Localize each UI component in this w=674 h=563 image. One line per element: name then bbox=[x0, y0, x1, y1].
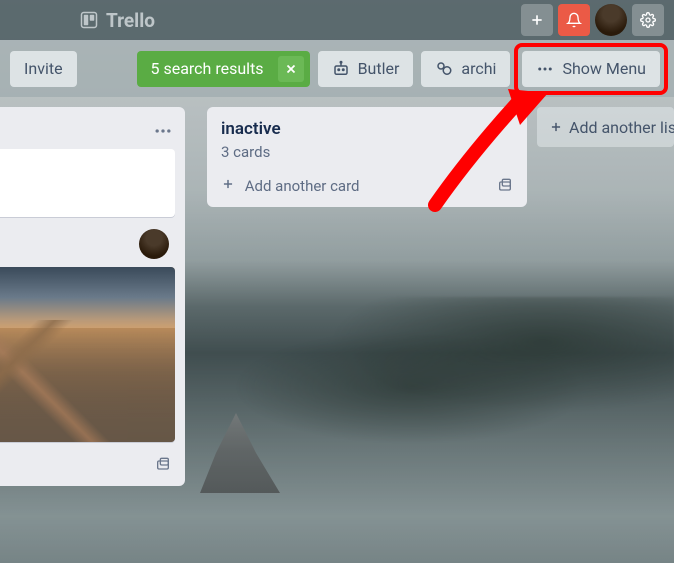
trello-logo-icon bbox=[80, 11, 98, 29]
show-menu-highlight-box: Show Menu bbox=[514, 43, 668, 95]
member-avatar[interactable] bbox=[139, 229, 169, 259]
list-title[interactable]: inactive bbox=[217, 117, 517, 141]
butler-label: Butler bbox=[358, 59, 400, 78]
search-results-label: 5 search results bbox=[151, 59, 264, 78]
list-inactive: inactive 3 cards Add another card bbox=[207, 107, 527, 207]
card-cover-image bbox=[0, 267, 175, 442]
plus-icon bbox=[549, 120, 563, 134]
gear-icon bbox=[640, 12, 656, 28]
show-menu-button[interactable]: Show Menu bbox=[522, 51, 660, 87]
butler-button[interactable]: Butler bbox=[318, 51, 414, 87]
add-list-label: Add another lis bbox=[569, 118, 674, 137]
card[interactable] bbox=[0, 149, 175, 217]
bell-icon bbox=[566, 12, 582, 28]
brand-logo[interactable]: Trello bbox=[80, 9, 155, 32]
card-members-row bbox=[0, 225, 175, 267]
butler-icon bbox=[332, 60, 350, 78]
card-template-icon[interactable] bbox=[497, 178, 513, 194]
add-card-button[interactable]: Add another card bbox=[221, 177, 360, 195]
card-with-cover[interactable] bbox=[0, 267, 175, 442]
plus-icon bbox=[221, 177, 235, 191]
notifications-button[interactable] bbox=[558, 4, 590, 36]
plus-icon bbox=[529, 12, 545, 28]
board-toolbar: Invite 5 search results Butler archi Sho… bbox=[0, 40, 674, 97]
archi-label: archi bbox=[461, 59, 496, 78]
global-header: Trello bbox=[0, 0, 674, 40]
invite-label: Invite bbox=[24, 59, 63, 78]
user-avatar[interactable] bbox=[595, 4, 627, 36]
board-lists: r card inactive 3 cards Add another card bbox=[0, 97, 674, 496]
list-menu-icon[interactable] bbox=[153, 121, 173, 141]
list-card-count: 3 cards bbox=[217, 141, 517, 171]
archi-gear-icon bbox=[435, 60, 453, 78]
add-list-button[interactable]: Add another lis bbox=[537, 107, 674, 147]
more-horizontal-icon bbox=[536, 60, 554, 78]
card-template-icon[interactable] bbox=[155, 457, 171, 473]
create-button[interactable] bbox=[521, 4, 553, 36]
show-menu-label: Show Menu bbox=[562, 59, 646, 78]
brand-text: Trello bbox=[106, 9, 155, 32]
search-results-pill[interactable]: 5 search results bbox=[137, 51, 310, 87]
settings-button[interactable] bbox=[632, 4, 664, 36]
add-card-label: Add another card bbox=[245, 177, 360, 195]
list-partial: r card bbox=[0, 107, 185, 486]
invite-button[interactable]: Invite bbox=[10, 51, 77, 87]
close-icon bbox=[284, 62, 298, 76]
clear-search-button[interactable] bbox=[278, 56, 304, 82]
archi-button[interactable]: archi bbox=[421, 51, 510, 87]
